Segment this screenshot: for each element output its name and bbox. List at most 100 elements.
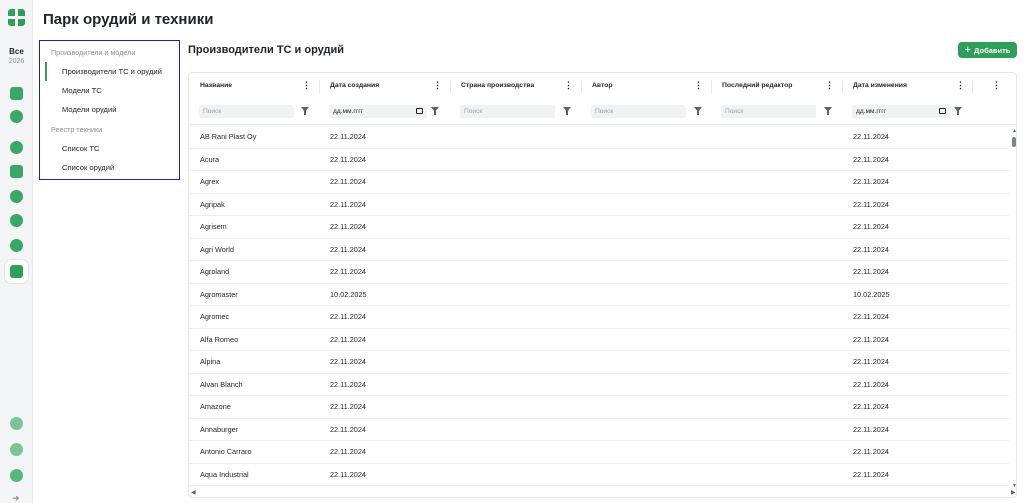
column-menu-icon[interactable]: ⋮ [433, 80, 442, 91]
column-menu-icon[interactable]: ⋮ [825, 80, 834, 91]
table-row[interactable]: Alvan Blanch 22.11.2024 22.11.2024 [189, 374, 1009, 396]
nav-item-implement-list[interactable]: Список орудий [62, 163, 114, 172]
cell-created: 22.11.2024 [330, 222, 366, 231]
table-row[interactable]: Antonio Carraro 22.11.2024 22.11.2024 [189, 441, 1009, 464]
column-header-modified[interactable]: Дата изменения [853, 82, 907, 89]
help-icon[interactable] [10, 443, 23, 456]
cell-created: 22.11.2024 [330, 132, 366, 141]
table-body: AB Rani Plast Oy 22.11.2024 22.11.2024 Acu… [189, 126, 1009, 486]
filter-created-date-input[interactable]: дд.мм.гггг [329, 105, 427, 118]
table-row[interactable]: Annaburger 22.11.2024 22.11.2024 [189, 419, 1009, 441]
column-divider[interactable] [711, 80, 712, 93]
nav-item-implement-models[interactable]: Модели орудий [62, 105, 116, 114]
table-row[interactable]: Aqua Industrial 22.11.2024 22.11.2024 [189, 464, 1009, 486]
scroll-up-arrow-icon[interactable]: ▲ [1012, 128, 1016, 134]
cell-modified: 22.11.2024 [853, 357, 889, 366]
filter-funnel-icon[interactable] [301, 107, 309, 115]
column-divider[interactable] [581, 80, 582, 93]
dashboard-icon[interactable] [10, 87, 23, 100]
table-row[interactable]: Alfa Romeo 22.11.2024 22.11.2024 [189, 329, 1009, 351]
column-header-name[interactable]: Название [200, 82, 232, 89]
column-header-author[interactable]: Автор [592, 82, 613, 89]
cell-modified: 22.11.2024 [853, 424, 889, 434]
column-menu-icon[interactable]: ⋮ [564, 80, 573, 91]
table-row[interactable]: Agroland 22.11.2024 22.11.2024 [189, 261, 1009, 284]
cell-created: 22.11.2024 [330, 154, 366, 164]
year-filter-value[interactable]: 2026 [0, 58, 33, 65]
pie-chart-icon[interactable] [10, 239, 23, 252]
layers-icon[interactable] [10, 110, 23, 123]
cell-created: 22.11.2024 [330, 177, 366, 186]
nav-item-vehicle-models[interactable]: Модели ТС [62, 86, 102, 95]
table-row[interactable]: Agripak 22.11.2024 22.11.2024 [189, 194, 1009, 216]
table-row[interactable]: Agrex 22.11.2024 22.11.2024 [189, 171, 1009, 194]
filter-author-input[interactable]: Поиск [591, 105, 686, 118]
filter-funnel-icon[interactable] [694, 107, 702, 115]
table-row[interactable]: Acura 22.11.2024 22.11.2024 [189, 149, 1009, 171]
column-header-created[interactable]: Дата создания [330, 82, 379, 89]
table-row[interactable]: Agromaster 10.02.2025 10.02.2025 [189, 284, 1009, 306]
filter-funnel-icon[interactable] [824, 107, 832, 115]
cell-created: 22.11.2024 [330, 312, 366, 321]
filter-last-editor-input[interactable]: Поиск [721, 105, 816, 118]
nav-group-manufacturers: Производители и модели [51, 48, 136, 57]
table-row[interactable]: Agri World 22.11.2024 22.11.2024 [189, 239, 1009, 261]
filter-funnel-icon[interactable] [954, 107, 962, 115]
table-row[interactable]: AB Rani Plast Oy 22.11.2024 22.11.2024 [189, 126, 1009, 149]
manufacturers-table: Название ⋮ Поиск Дата создания ⋮ дд.мм.г… [188, 72, 1017, 498]
cell-name: Alvan Blanch [200, 379, 243, 389]
cell-name: Agrex [200, 177, 220, 186]
cell-name: Agri World [200, 244, 234, 254]
column-divider[interactable] [450, 80, 451, 93]
cell-modified: 22.11.2024 [853, 267, 889, 276]
nav-item-manufacturers[interactable]: Производители ТС и орудий [62, 67, 162, 76]
column-menu-icon[interactable]: ⋮ [302, 80, 311, 91]
tractor-icon[interactable] [10, 141, 23, 154]
section-title: Производители ТС и орудий [188, 44, 345, 56]
filter-modified-date-input[interactable]: дд.мм.гггг [852, 105, 950, 118]
cell-name: Alfa Romeo [200, 334, 239, 344]
table-row[interactable]: Alpina 22.11.2024 22.11.2024 [189, 351, 1009, 374]
column-menu-icon[interactable]: ⋮ [956, 80, 965, 91]
cell-name: Agroland [200, 267, 230, 276]
scroll-right-arrow-icon[interactable]: ▶ [1011, 489, 1016, 496]
cell-modified: 10.02.2025 [853, 289, 890, 299]
settings-icon[interactable] [10, 417, 23, 430]
column-divider[interactable] [972, 80, 973, 93]
table-settings-menu-icon[interactable]: ⋮ [992, 80, 1001, 91]
cell-modified: 22.11.2024 [853, 132, 889, 141]
cell-created: 22.11.2024 [330, 334, 366, 344]
app-logo-icon[interactable] [8, 9, 25, 26]
leaf-icon[interactable] [10, 190, 23, 203]
table-row[interactable]: Agromec 22.11.2024 22.11.2024 [189, 306, 1009, 329]
filter-funnel-icon[interactable] [431, 107, 439, 115]
add-button-label: Добавить [974, 45, 1011, 55]
calendar-icon[interactable] [939, 108, 946, 114]
machinery-park-icon[interactable] [5, 260, 28, 283]
cell-created: 22.11.2024 [330, 199, 366, 209]
column-divider[interactable] [319, 80, 320, 93]
table-row[interactable]: Amazone 22.11.2024 22.11.2024 [189, 396, 1009, 419]
column-header-country[interactable]: Страна производства [461, 82, 534, 89]
year-filter-all[interactable]: Все [0, 47, 33, 56]
filter-funnel-icon[interactable] [563, 107, 571, 115]
logout-icon[interactable]: ➜ [12, 493, 20, 503]
column-divider[interactable] [842, 80, 843, 93]
column-header-last-editor[interactable]: Последний редактор [722, 82, 792, 89]
vertical-scrollbar-thumb[interactable] [1012, 137, 1016, 147]
profile-icon[interactable] [10, 469, 23, 482]
sprout-icon[interactable] [10, 214, 23, 227]
cell-name: Agrisem [200, 222, 227, 231]
cell-name: AB Rani Plast Oy [200, 132, 257, 141]
calendar-icon[interactable] [416, 108, 423, 114]
scroll-left-arrow-icon[interactable]: ◀ [191, 489, 196, 496]
column-menu-icon[interactable]: ⋮ [694, 80, 703, 91]
filter-country-input[interactable]: Поиск [460, 105, 555, 118]
cell-name: Aqua Industrial [200, 469, 249, 479]
nav-item-vehicle-list[interactable]: Список ТС [62, 144, 100, 153]
table-header: Название ⋮ Поиск Дата создания ⋮ дд.мм.г… [189, 73, 1016, 125]
clipboard-icon[interactable] [10, 165, 23, 178]
table-row[interactable]: Agrisem 22.11.2024 22.11.2024 [189, 216, 1009, 239]
add-button[interactable]: + Добавить [958, 42, 1017, 58]
filter-name-input[interactable]: Поиск [199, 105, 294, 118]
